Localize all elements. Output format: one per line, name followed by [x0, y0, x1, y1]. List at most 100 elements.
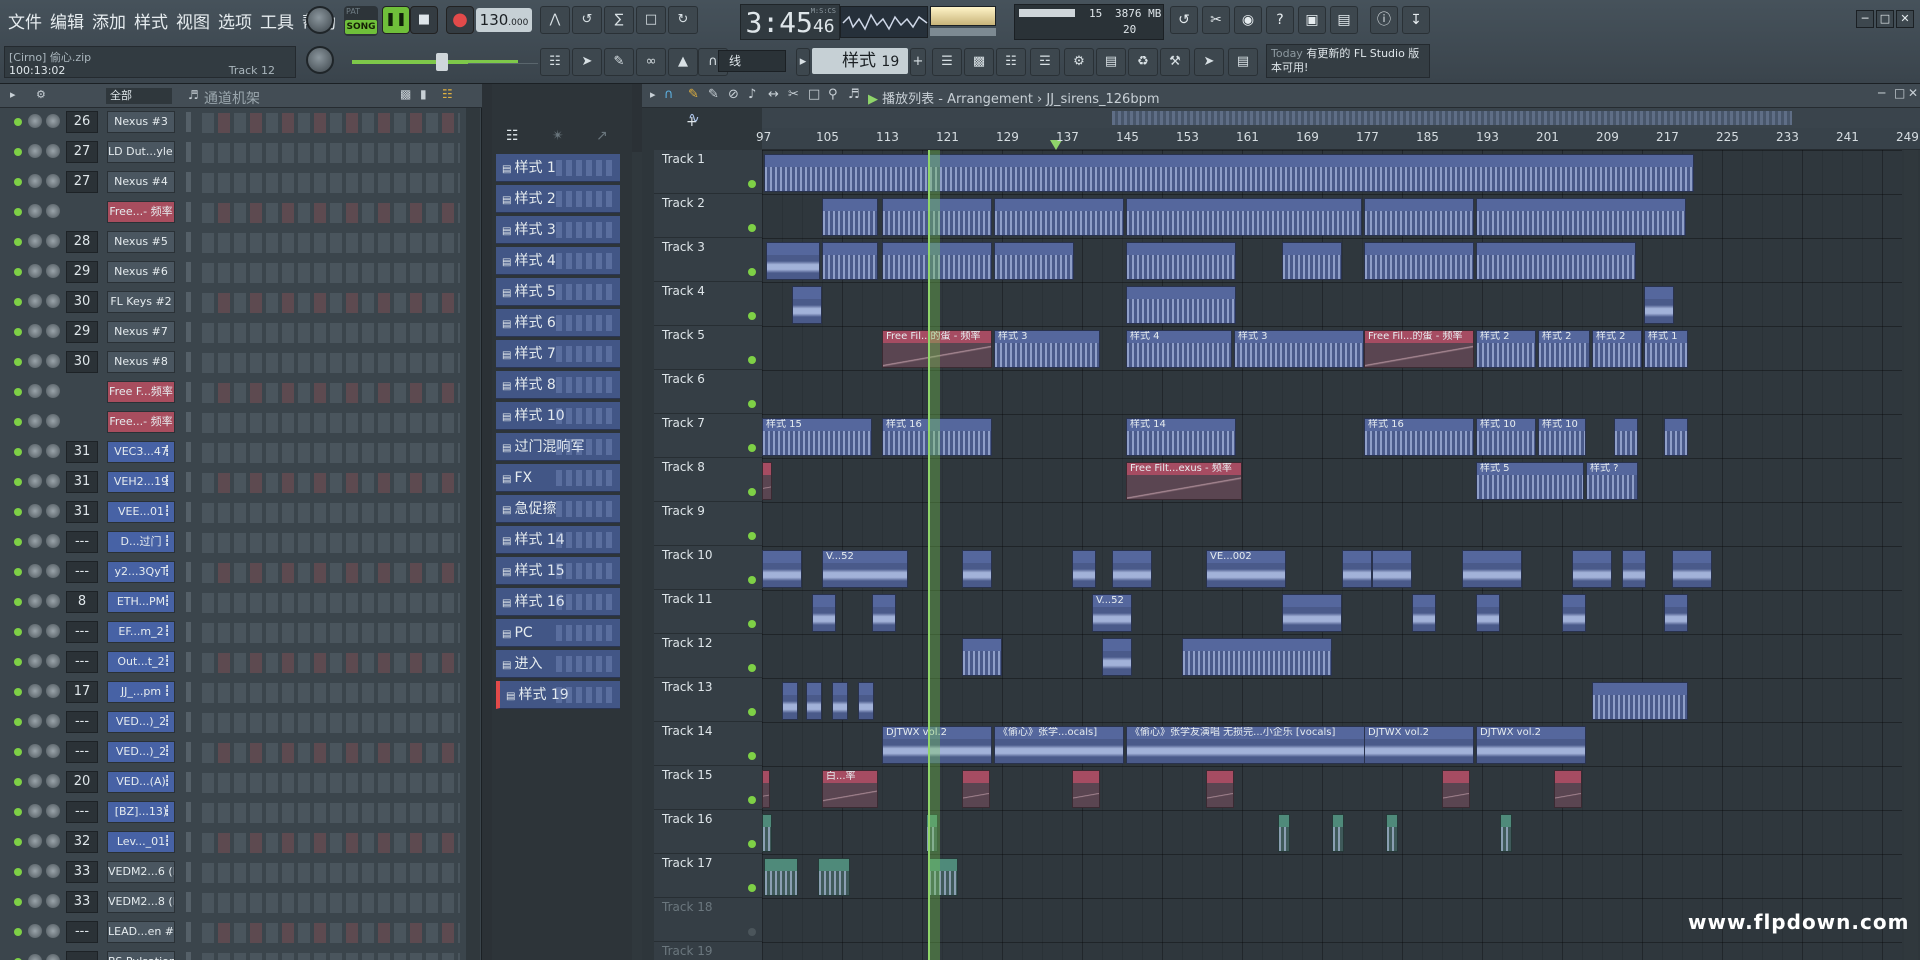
- channel-row[interactable]: 27 LD Dut...yle 2: [0, 138, 482, 168]
- automation-clip[interactable]: [1278, 814, 1290, 852]
- snap-select[interactable]: 线: [718, 50, 786, 72]
- audio-clip[interactable]: [832, 682, 848, 720]
- channel-pan-knob[interactable]: [28, 324, 42, 338]
- track-header[interactable]: Track 14: [654, 722, 762, 766]
- channel-pan-knob[interactable]: [28, 174, 42, 188]
- pattern-clip[interactable]: 样式 15: [762, 418, 872, 456]
- audio-clip[interactable]: [1372, 550, 1412, 588]
- step-sequencer-row[interactable]: [202, 833, 460, 853]
- pattern-item[interactable]: PC: [496, 619, 620, 647]
- channel-row[interactable]: 31 VEC3...47: [0, 438, 482, 468]
- channel-name-button[interactable]: EF...m_2: [107, 621, 175, 643]
- channel-mixer-track[interactable]: 27: [66, 171, 98, 193]
- channel-mute-led[interactable]: [14, 328, 22, 336]
- overview-range[interactable]: [1112, 111, 1792, 125]
- patterns-tab-icon[interactable]: ☷: [506, 128, 519, 144]
- record-audio-button[interactable]: ◉: [1234, 6, 1262, 34]
- automation-clip[interactable]: [818, 858, 850, 896]
- automation-clip[interactable]: [1442, 770, 1470, 808]
- pattern-item[interactable]: 急促擦: [496, 495, 620, 523]
- save-new-version-button[interactable]: ▤: [1330, 6, 1358, 34]
- channel-select-indicator[interactable]: [186, 502, 191, 522]
- channel-pan-knob[interactable]: [28, 414, 42, 428]
- channel-pan-knob[interactable]: [28, 204, 42, 218]
- channel-mixer-track[interactable]: 29: [66, 261, 98, 283]
- channel-row[interactable]: 27 Nexus #4: [0, 168, 482, 198]
- channel-pan-knob[interactable]: [28, 384, 42, 398]
- track-header[interactable]: Track 10: [654, 546, 762, 590]
- channel-select-indicator[interactable]: [186, 232, 191, 252]
- step-sequencer-row[interactable]: [202, 893, 460, 913]
- channel-pan-knob[interactable]: [28, 564, 42, 578]
- playlist-menu-icon[interactable]: ▸: [650, 88, 656, 101]
- track-mute-led[interactable]: [748, 752, 756, 760]
- audio-wave-icon[interactable]: ∿: [688, 110, 700, 126]
- pattern-item[interactable]: 样式 16: [496, 588, 620, 616]
- step-sequencer-row[interactable]: [202, 713, 460, 733]
- step-sequencer-row[interactable]: [202, 413, 460, 433]
- track-header[interactable]: Track 4: [654, 282, 762, 326]
- rack-scrollbar[interactable]: [466, 108, 480, 960]
- step-sequencer-row[interactable]: [202, 383, 460, 403]
- channel-volume-knob[interactable]: [46, 864, 60, 878]
- channel-mute-led[interactable]: [14, 688, 22, 696]
- track-mute-led[interactable]: [748, 356, 756, 364]
- pattern-clip[interactable]: [1664, 418, 1688, 456]
- channel-mute-led[interactable]: [14, 658, 22, 666]
- help-button[interactable]: ?: [1266, 6, 1294, 34]
- step-sequencer-row[interactable]: [202, 233, 460, 253]
- menu-tools[interactable]: 工具: [258, 8, 296, 33]
- channel-mixer-track[interactable]: 33: [66, 891, 98, 913]
- channel-pan-knob[interactable]: [28, 804, 42, 818]
- pattern-clip[interactable]: 样式 ?: [1586, 462, 1638, 500]
- pattern-clip[interactable]: 样式 2: [1592, 330, 1642, 368]
- channel-name-button[interactable]: Free F...频率: [107, 381, 175, 403]
- step-edit-button[interactable]: □: [636, 6, 666, 34]
- track-header[interactable]: Track 2: [654, 194, 762, 238]
- audio-clip[interactable]: DJTWX vol.2: [1476, 726, 1586, 764]
- pattern-clip[interactable]: [1282, 242, 1342, 280]
- channel-row[interactable]: 28 Nexus #5: [0, 228, 482, 258]
- track-header[interactable]: Track 15: [654, 766, 762, 810]
- pattern-clip[interactable]: [764, 154, 1694, 192]
- channel-mute-led[interactable]: [14, 118, 22, 126]
- track-header[interactable]: Track 17: [654, 854, 762, 898]
- channel-name-button[interactable]: VEC3...47: [107, 441, 175, 463]
- pattern-clip[interactable]: 样式 2: [1538, 330, 1590, 368]
- channel-mute-led[interactable]: [14, 358, 22, 366]
- track-header[interactable]: Track 3: [654, 238, 762, 282]
- pattern-clip[interactable]: [1126, 242, 1236, 280]
- channel-select-indicator[interactable]: [186, 292, 191, 312]
- channel-name-button[interactable]: [BZ]...13): [107, 801, 175, 823]
- channel-select-indicator[interactable]: [186, 142, 191, 162]
- pattern-item[interactable]: 样式 6: [496, 309, 620, 337]
- pattern-clip[interactable]: [962, 638, 1002, 676]
- playlist-project-name[interactable]: JJ_sirens_126bpm: [1046, 92, 1159, 107]
- channel-pan-knob[interactable]: [28, 234, 42, 248]
- channel-mute-led[interactable]: [14, 508, 22, 516]
- channel-row[interactable]: 8 ETH...PM: [0, 588, 482, 618]
- channel-mute-led[interactable]: [14, 448, 22, 456]
- playlist-overview[interactable]: [762, 108, 1920, 128]
- channel-row[interactable]: --- BS Pulsation: [0, 948, 482, 960]
- channel-pan-knob[interactable]: [28, 954, 42, 960]
- channel-volume-knob[interactable]: [46, 654, 60, 668]
- pattern-item[interactable]: 样式 8: [496, 371, 620, 399]
- channel-name-button[interactable]: ETH...PM: [107, 591, 175, 613]
- pattern-clip[interactable]: [1126, 286, 1236, 324]
- channel-mixer-track[interactable]: 31: [66, 501, 98, 523]
- audio-clip[interactable]: [1412, 594, 1436, 632]
- pattern-clip[interactable]: 样式 3: [1234, 330, 1364, 368]
- channel-pan-knob[interactable]: [28, 144, 42, 158]
- cut-button[interactable]: ✂: [1202, 6, 1230, 34]
- pattern-clip[interactable]: 样式 5: [1476, 462, 1584, 500]
- track-mute-led[interactable]: [748, 708, 756, 716]
- automation-clip[interactable]: [1386, 814, 1398, 852]
- channel-name-button[interactable]: Nexus #3: [107, 111, 175, 133]
- audio-clip[interactable]: [1476, 594, 1500, 632]
- delete-icon[interactable]: ⊘: [728, 87, 739, 102]
- audio-clip[interactable]: [812, 594, 836, 632]
- playhead[interactable]: [928, 150, 940, 960]
- track-header[interactable]: Track 12: [654, 634, 762, 678]
- channel-pan-knob[interactable]: [28, 864, 42, 878]
